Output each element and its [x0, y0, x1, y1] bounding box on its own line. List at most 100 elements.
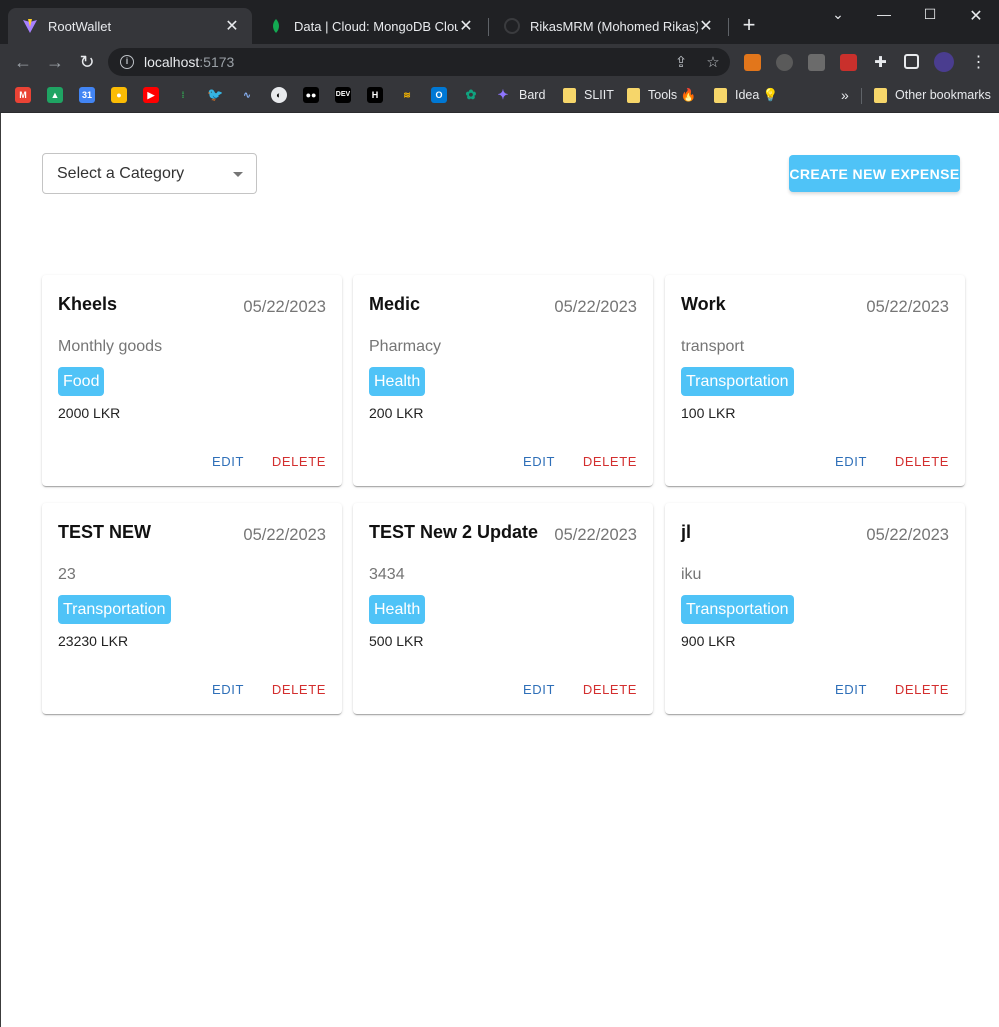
expense-date: 05/22/2023	[866, 526, 949, 544]
bookmarks-overflow-icon[interactable]: »	[841, 87, 849, 103]
bookmark-star-icon[interactable]: ☆	[704, 54, 722, 72]
reload-icon[interactable]: ↻	[76, 51, 98, 73]
expense-description: transport	[681, 338, 745, 355]
expense-date: 05/22/2023	[554, 298, 637, 316]
edit-button[interactable]: EDIT	[523, 682, 555, 697]
google-keep-icon[interactable]: ●	[111, 87, 127, 103]
create-expense-button[interactable]: CREATE NEW EXPENSE	[789, 155, 960, 192]
category-badge: Health	[369, 595, 426, 624]
google-calendar-icon[interactable]: 31	[79, 87, 95, 103]
edit-button[interactable]: EDIT	[835, 682, 867, 697]
expense-card: TEST New 2 Update 05/22/2023 3434 Health…	[353, 503, 653, 714]
expense-card: jl 05/22/2023 iku Transportation 900 LKR…	[665, 503, 965, 714]
dev-to-icon[interactable]: DEV	[335, 87, 351, 103]
folder-icon	[627, 88, 640, 103]
tab-search-icon[interactable]: ⌄	[815, 6, 861, 26]
close-tab-icon[interactable]: ✕	[698, 16, 714, 36]
share-icon[interactable]: ⇪	[672, 54, 690, 72]
expense-amount: 500 LKR	[369, 633, 424, 649]
bookmarks-divider	[861, 88, 862, 104]
back-icon[interactable]: ←	[12, 51, 34, 73]
folder-icon	[563, 88, 576, 103]
edit-button[interactable]: EDIT	[835, 454, 867, 469]
extension-red-icon[interactable]	[840, 54, 857, 71]
podcasts-icon[interactable]: ⁞	[175, 87, 191, 103]
stackoverflow-icon[interactable]: ≋	[399, 87, 415, 103]
tab-github[interactable]: RikasMRM (Mohomed Rikas) ✕	[490, 8, 726, 44]
hashnode-icon[interactable]: H	[367, 87, 383, 103]
expense-amount: 200 LKR	[369, 405, 424, 421]
bard-sparkle-icon[interactable]: ✦	[495, 87, 511, 103]
expense-name: TEST NEW	[58, 522, 151, 542]
close-tab-icon[interactable]: ✕	[458, 16, 474, 36]
category-badge: Food	[58, 367, 105, 396]
google-drive-icon[interactable]: ▲	[47, 87, 63, 103]
category-badge: Transportation	[58, 595, 171, 624]
app-page: Select a Category CREATE NEW EXPENSE Khe…	[0, 113, 999, 1027]
expense-description: 23	[58, 566, 76, 583]
bookmark-idea[interactable]: Idea 💡	[735, 87, 778, 103]
expense-description: Monthly goods	[58, 338, 163, 355]
edit-button[interactable]: EDIT	[212, 454, 244, 469]
youtube-icon[interactable]: ▶	[143, 87, 159, 103]
dropdown-caret-icon	[233, 172, 243, 177]
profile-avatar[interactable]	[934, 52, 954, 72]
outlook-icon[interactable]: O	[431, 87, 447, 103]
expense-name: Medic	[369, 294, 421, 314]
bookmark-tools[interactable]: Tools 🔥	[648, 87, 696, 103]
forward-icon[interactable]: →	[44, 51, 66, 73]
bookmark-sliit[interactable]: SLIIT	[584, 87, 614, 103]
site-info-icon[interactable]: i	[120, 55, 134, 69]
expense-date: 05/22/2023	[554, 526, 637, 544]
expense-amount: 23230 LKR	[58, 633, 129, 649]
new-tab-icon[interactable]: +	[738, 14, 760, 36]
extension-link-icon[interactable]: ∿	[239, 87, 255, 103]
expense-date: 05/22/2023	[866, 298, 949, 316]
side-panel-icon[interactable]	[904, 54, 919, 69]
bookmark-bard[interactable]: Bard	[519, 87, 545, 103]
minimize-icon[interactable]: —	[861, 6, 907, 26]
expense-description: Pharmacy	[369, 338, 442, 355]
category-select[interactable]: Select a Category	[42, 153, 257, 194]
gmail-icon[interactable]: M	[15, 87, 31, 103]
expense-date: 05/22/2023	[243, 298, 326, 316]
edit-button[interactable]: EDIT	[212, 682, 244, 697]
close-tab-icon[interactable]: ✕	[224, 16, 240, 36]
expense-name: Kheels	[58, 294, 118, 314]
vite-icon	[22, 18, 38, 34]
metamask-icon[interactable]	[744, 54, 761, 71]
tab-rootwallet[interactable]: RootWallet ✕	[8, 8, 252, 44]
url-port: :5173	[199, 54, 235, 70]
github-bookmark-icon[interactable]: ◐	[271, 87, 287, 103]
chatgpt-icon[interactable]: ✿	[463, 87, 479, 103]
extension-owl-icon[interactable]	[776, 54, 793, 71]
tab-title: Data | Cloud: MongoDB Cloud	[294, 18, 458, 34]
extension-c-icon[interactable]	[808, 54, 825, 71]
address-bar[interactable]: i localhost:5173 ⇪ ☆	[108, 48, 730, 76]
delete-button[interactable]: DELETE	[272, 682, 326, 697]
medium-icon[interactable]: ●●	[303, 87, 319, 103]
expense-name: jl	[681, 522, 692, 542]
expense-amount: 2000 LKR	[58, 405, 121, 421]
maximize-icon[interactable]: ☐	[907, 6, 953, 26]
browser-toolbar: ← → ↻ i localhost:5173 ⇪ ☆ ✚ ⋮	[0, 44, 999, 80]
edit-button[interactable]: EDIT	[523, 454, 555, 469]
extensions-puzzle-icon[interactable]: ✚	[872, 54, 889, 71]
twitter-icon[interactable]: 🐦	[207, 87, 223, 103]
delete-button[interactable]: DELETE	[895, 454, 949, 469]
tab-title: RikasMRM (Mohomed Rikas)	[530, 18, 698, 34]
tab-mongodb[interactable]: Data | Cloud: MongoDB Cloud ✕	[254, 8, 486, 44]
browser-tab-bar: RootWallet ✕ Data | Cloud: MongoDB Cloud…	[0, 0, 999, 44]
close-window-icon[interactable]: ✕	[953, 6, 999, 26]
menu-kebab-icon[interactable]: ⋮	[970, 54, 987, 71]
expense-card: Medic 05/22/2023 Pharmacy Health 200 LKR…	[353, 275, 653, 486]
other-bookmarks[interactable]: Other bookmarks	[895, 87, 991, 103]
delete-button[interactable]: DELETE	[272, 454, 326, 469]
tab-separator	[728, 18, 729, 36]
delete-button[interactable]: DELETE	[583, 682, 637, 697]
expense-name: Work	[681, 294, 726, 314]
delete-button[interactable]: DELETE	[895, 682, 949, 697]
folder-icon	[874, 88, 887, 103]
expense-description: iku	[681, 566, 702, 583]
delete-button[interactable]: DELETE	[583, 454, 637, 469]
